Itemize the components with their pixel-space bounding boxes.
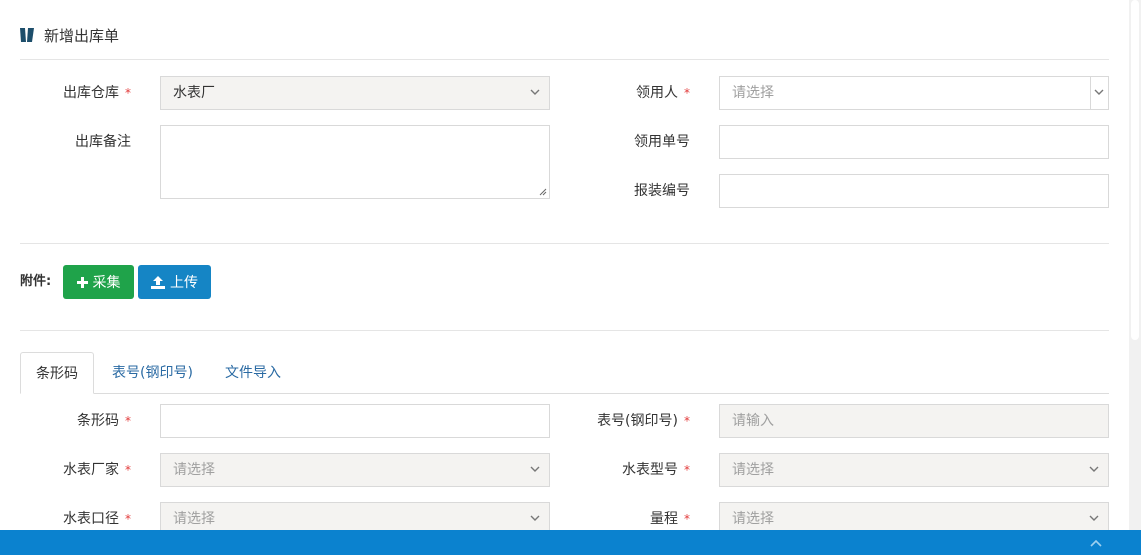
meter-no-placeholder: 请输入	[732, 413, 774, 429]
recipient-label-text: 领用人	[636, 85, 678, 101]
page-title: 新增出库单	[44, 26, 120, 45]
divider	[20, 59, 1109, 60]
chevron-down-icon	[530, 515, 540, 521]
divider	[20, 243, 1109, 244]
meter-no-input[interactable]: 请输入	[719, 404, 1109, 438]
back-to-top-icon[interactable]	[1089, 538, 1103, 548]
attachments-label: 附件:	[20, 274, 52, 289]
chevron-down-icon	[1089, 466, 1099, 472]
manufacturer-label-text: 水表厂家	[63, 462, 119, 478]
required-mark: *	[125, 86, 131, 100]
upload-button-label: 上传	[170, 275, 198, 291]
warehouse-select[interactable]: 水表厂	[160, 76, 550, 110]
meter-no-label-text: 表号(钢印号)	[597, 413, 678, 429]
page-header: 新增出库单	[20, 24, 119, 46]
caliber-placeholder: 请选择	[173, 511, 215, 527]
page-scrollbar[interactable]	[1129, 0, 1141, 530]
footer-bar	[0, 530, 1141, 555]
install-no-label: 报装编号	[634, 183, 690, 199]
manufacturer-label: 水表厂家 *	[20, 453, 131, 487]
requisition-no-label: 领用单号	[634, 134, 690, 150]
required-mark: *	[125, 414, 131, 428]
tab-barcode[interactable]: 条形码	[20, 352, 94, 394]
title-mark-icon	[20, 28, 34, 42]
recipient-dropdown-toggle[interactable]	[1090, 77, 1108, 109]
required-mark: *	[125, 463, 131, 477]
range-placeholder: 请选择	[732, 511, 774, 527]
upload-button[interactable]: 上传	[138, 265, 211, 299]
warehouse-value: 水表厂	[173, 85, 215, 101]
model-placeholder: 请选择	[732, 462, 774, 478]
divider	[20, 330, 1109, 331]
tab-meter-no[interactable]: 表号(钢印号)	[96, 352, 209, 394]
chevron-down-icon	[1094, 89, 1104, 95]
caliber-label-text: 水表口径	[63, 511, 119, 527]
collect-button-label: 采集	[92, 275, 121, 291]
required-mark: *	[125, 512, 131, 526]
upload-icon	[151, 275, 165, 289]
manufacturer-placeholder: 请选择	[173, 462, 215, 478]
chevron-down-icon	[1089, 515, 1099, 521]
remark-textarea[interactable]	[160, 125, 550, 199]
required-mark: *	[684, 512, 690, 526]
recipient-placeholder: 请选择	[732, 85, 774, 101]
meter-no-label: 表号(钢印号) *	[560, 404, 690, 438]
required-mark: *	[684, 414, 690, 428]
range-label-text: 量程	[650, 511, 678, 527]
chevron-down-icon	[530, 466, 540, 472]
barcode-label-text: 条形码	[77, 413, 119, 429]
model-select[interactable]: 请选择	[719, 453, 1109, 487]
warehouse-label-text: 出库仓库	[63, 85, 119, 101]
requisition-no-input[interactable]	[719, 125, 1109, 159]
remark-label: 出库备注	[75, 134, 131, 150]
chevron-down-icon	[530, 89, 540, 95]
required-mark: *	[684, 86, 690, 100]
barcode-label: 条形码 *	[20, 404, 131, 438]
manufacturer-select[interactable]: 请选择	[160, 453, 550, 487]
collect-button[interactable]: 采集	[63, 265, 134, 299]
tab-file-import[interactable]: 文件导入	[209, 352, 297, 394]
recipient-label: 领用人 *	[580, 76, 690, 110]
model-label-text: 水表型号	[622, 462, 678, 478]
warehouse-label: 出库仓库 *	[20, 76, 131, 110]
plus-icon	[76, 276, 88, 288]
scrollbar-thumb[interactable]	[1131, 0, 1139, 340]
recipient-select[interactable]: 请选择	[719, 76, 1109, 110]
install-no-input[interactable]	[719, 174, 1109, 208]
model-label: 水表型号 *	[560, 453, 690, 487]
barcode-input[interactable]	[160, 404, 550, 438]
resize-handle-icon[interactable]	[539, 188, 547, 196]
required-mark: *	[684, 463, 690, 477]
